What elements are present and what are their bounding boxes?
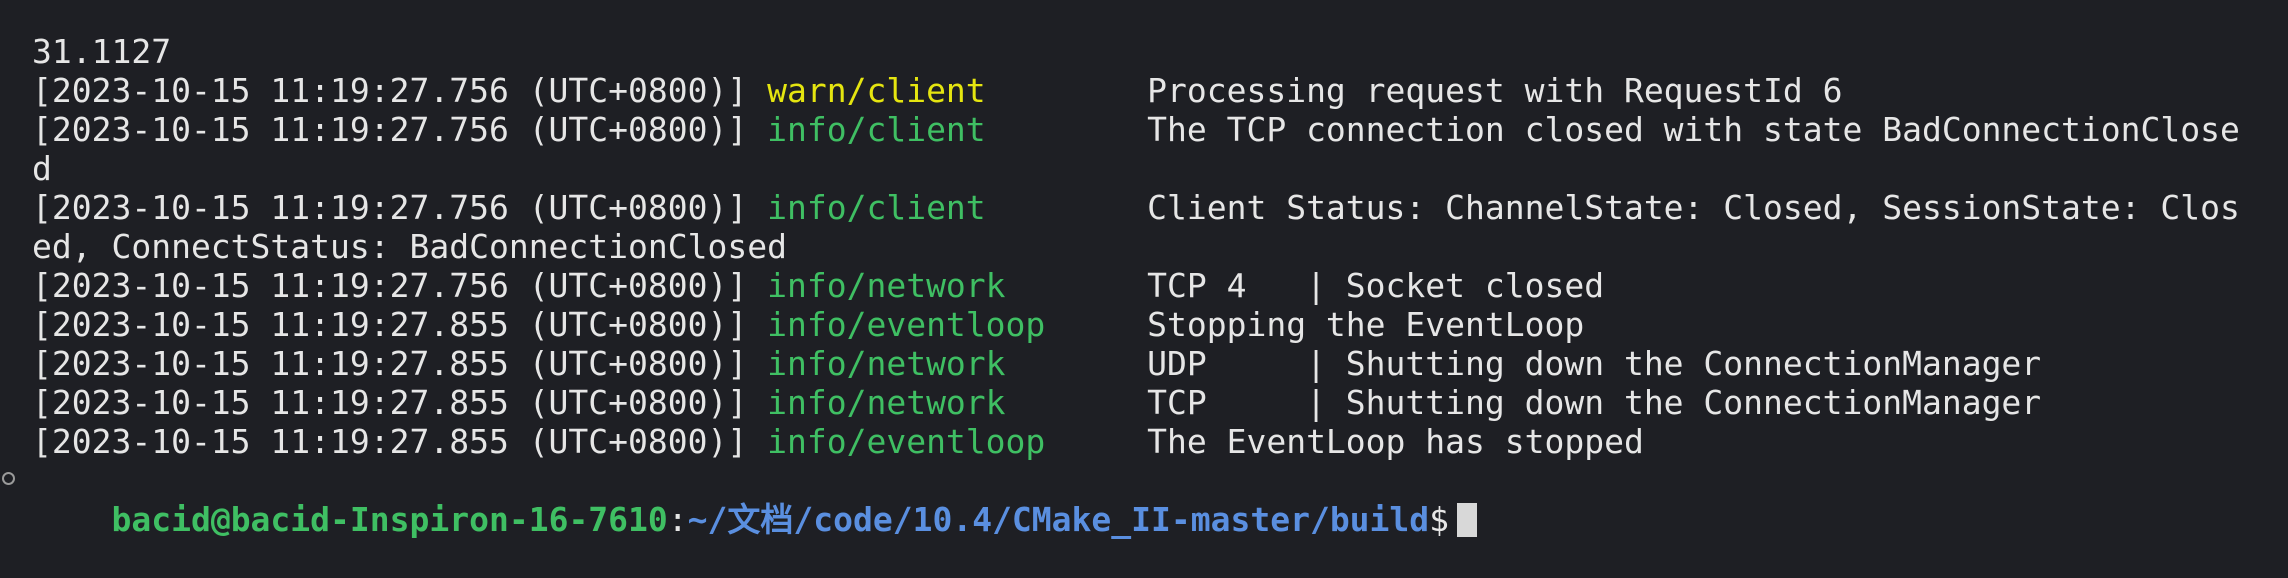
- log-message-continuation: ed, ConnectStatus: BadConnectionClosed: [32, 227, 787, 266]
- log-message: TCP | Shutting down the ConnectionManage…: [1147, 383, 2042, 422]
- log-message: The TCP connection closed with state Bad…: [1147, 110, 2240, 149]
- prompt-status-circle-icon: [2, 472, 15, 485]
- text-cursor[interactable]: [1457, 503, 1478, 537]
- log-line: [2023-10-15 11:19:27.756 (UTC+0800)] war…: [0, 71, 2288, 110]
- log-line-wrap: d: [0, 149, 2288, 188]
- output-text: 31.1127: [32, 32, 172, 71]
- prompt-user-host: bacid@bacid-Inspiron-16-7610: [111, 500, 668, 539]
- log-line: [2023-10-15 11:19:27.855 (UTC+0800)] inf…: [0, 344, 2288, 383]
- log-line: [2023-10-15 11:19:27.855 (UTC+0800)] inf…: [0, 305, 2288, 344]
- log-level: info/eventloop: [767, 422, 1046, 461]
- log-message: TCP 4 | Socket closed: [1147, 266, 1605, 305]
- log-timestamp: [2023-10-15 11:19:27.855 (UTC+0800)]: [32, 383, 748, 422]
- log-level: info/network: [767, 266, 1006, 305]
- log-level: info/client: [767, 188, 986, 227]
- log-message-continuation: d: [32, 149, 52, 188]
- log-level: info/network: [767, 383, 1006, 422]
- log-level: info/client: [767, 110, 986, 149]
- log-line: [2023-10-15 11:19:27.855 (UTC+0800)] inf…: [0, 422, 2288, 461]
- log-line: [2023-10-15 11:19:27.756 (UTC+0800)] inf…: [0, 266, 2288, 305]
- log-timestamp: [2023-10-15 11:19:27.756 (UTC+0800)]: [32, 266, 748, 305]
- log-message: Client Status: ChannelState: Closed, Ses…: [1147, 188, 2240, 227]
- log-line: [2023-10-15 11:19:27.855 (UTC+0800)] inf…: [0, 383, 2288, 422]
- log-timestamp: [2023-10-15 11:19:27.855 (UTC+0800)]: [32, 305, 748, 344]
- log-timestamp: [2023-10-15 11:19:27.855 (UTC+0800)]: [32, 344, 748, 383]
- terminal-output[interactable]: 31.1127 [2023-10-15 11:19:27.756 (UTC+08…: [0, 32, 2288, 539]
- log-message: The EventLoop has stopped: [1147, 422, 1644, 461]
- shell-prompt[interactable]: bacid@bacid-Inspiron-16-7610:~/文档/code/1…: [0, 461, 2288, 539]
- log-timestamp: [2023-10-15 11:19:27.756 (UTC+0800)]: [32, 110, 748, 149]
- log-message: UDP | Shutting down the ConnectionManage…: [1147, 344, 2042, 383]
- log-level: info/eventloop: [767, 305, 1046, 344]
- log-line-wrap: ed, ConnectStatus: BadConnectionClosed: [0, 227, 2288, 266]
- prompt-path: ~/文档/code/10.4/CMake_II-master/build: [687, 500, 1430, 539]
- log-line: [2023-10-15 11:19:27.756 (UTC+0800)] inf…: [0, 110, 2288, 149]
- log-timestamp: [2023-10-15 11:19:27.756 (UTC+0800)]: [32, 188, 748, 227]
- output-line: 31.1127: [0, 32, 2288, 71]
- log-level: warn/client: [767, 71, 986, 110]
- prompt-symbol: $: [1429, 500, 1450, 539]
- log-line: [2023-10-15 11:19:27.756 (UTC+0800)] inf…: [0, 188, 2288, 227]
- log-message: Processing request with RequestId 6: [1147, 71, 1843, 110]
- log-level: info/network: [767, 344, 1006, 383]
- prompt-colon: :: [667, 500, 688, 539]
- log-timestamp: [2023-10-15 11:19:27.855 (UTC+0800)]: [32, 422, 748, 461]
- log-timestamp: [2023-10-15 11:19:27.756 (UTC+0800)]: [32, 71, 748, 110]
- log-message: Stopping the EventLoop: [1147, 305, 1585, 344]
